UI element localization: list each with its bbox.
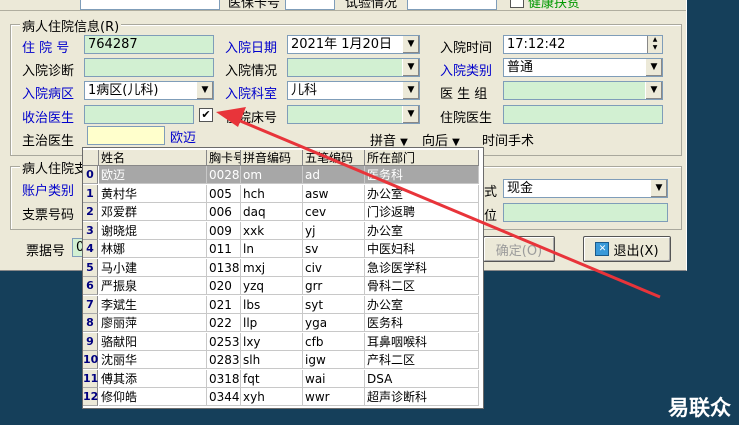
- annotation-arrow: [216, 107, 661, 299]
- arrow-shaft: [237, 118, 661, 299]
- arrow-head: [216, 107, 246, 127]
- brand-logo: 易联众: [668, 395, 731, 420]
